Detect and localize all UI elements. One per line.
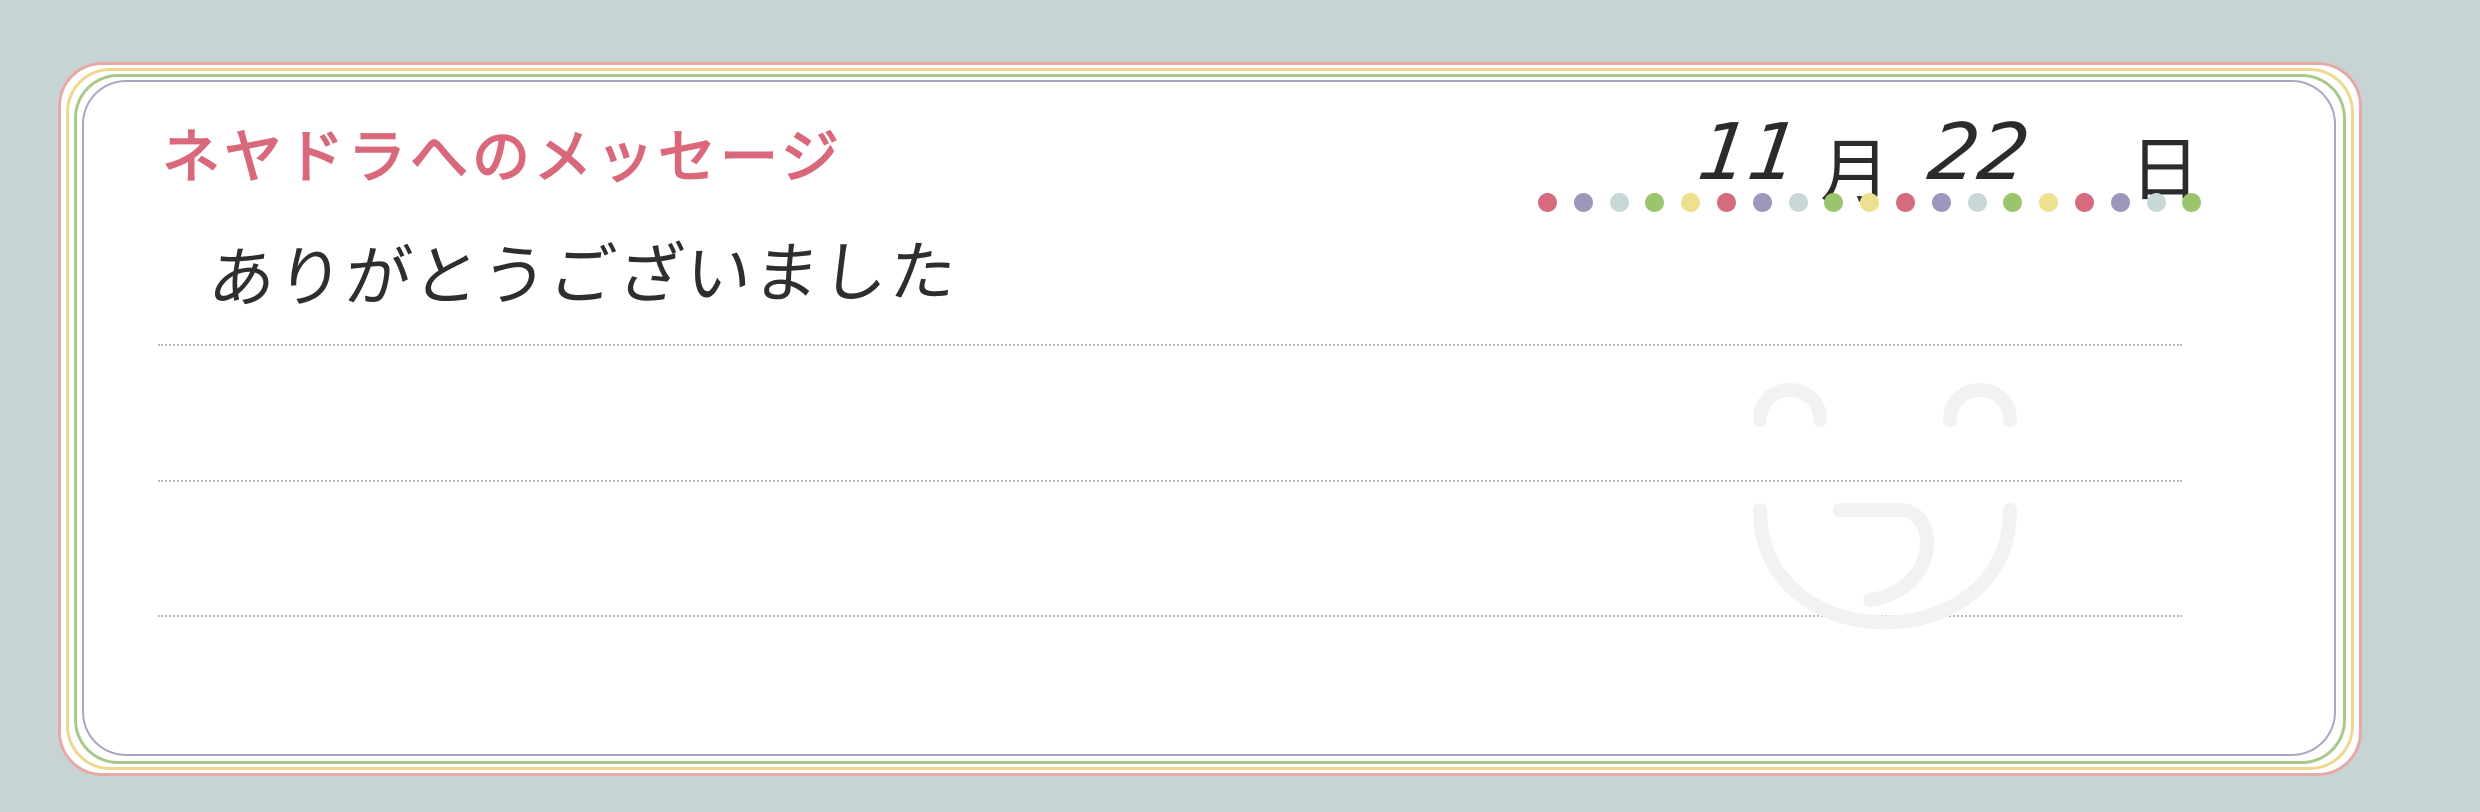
decorative-dot xyxy=(2003,193,2023,212)
decorative-dot xyxy=(2110,193,2130,212)
date-day-label: 日 xyxy=(2130,129,2200,211)
decorative-dot xyxy=(1896,193,1915,212)
decorative-dot xyxy=(2039,193,2059,212)
decorative-dot xyxy=(1645,193,1665,212)
decorative-dot xyxy=(1681,193,1701,212)
decorative-dot xyxy=(1609,193,1629,212)
date-month-label: 月 xyxy=(1820,131,1890,213)
date-day: 22 xyxy=(1922,108,2035,198)
mascot-watermark-icon xyxy=(1753,383,2017,630)
decorative-dot xyxy=(1538,193,1557,212)
decorative-dot xyxy=(1573,193,1593,212)
decorative-dot xyxy=(2182,193,2202,212)
decorative-dot-row xyxy=(1538,193,2218,215)
decorative-dot xyxy=(2075,193,2094,212)
card-title: ネヤドラへのメッセージ xyxy=(162,123,843,191)
decorative-dot xyxy=(2146,193,2166,212)
decorative-dot xyxy=(1931,193,1951,212)
decorative-dot xyxy=(1967,193,1987,212)
writing-line xyxy=(158,344,2182,346)
decorative-dot xyxy=(1752,193,1772,212)
date-month: 11 xyxy=(1692,108,1805,198)
decorative-dot xyxy=(1717,193,1736,212)
handwritten-message: ありがとうございました xyxy=(205,233,962,318)
decorative-dot xyxy=(1788,193,1808,212)
decorative-dot xyxy=(1824,193,1844,212)
decorative-dot xyxy=(1860,193,1880,212)
